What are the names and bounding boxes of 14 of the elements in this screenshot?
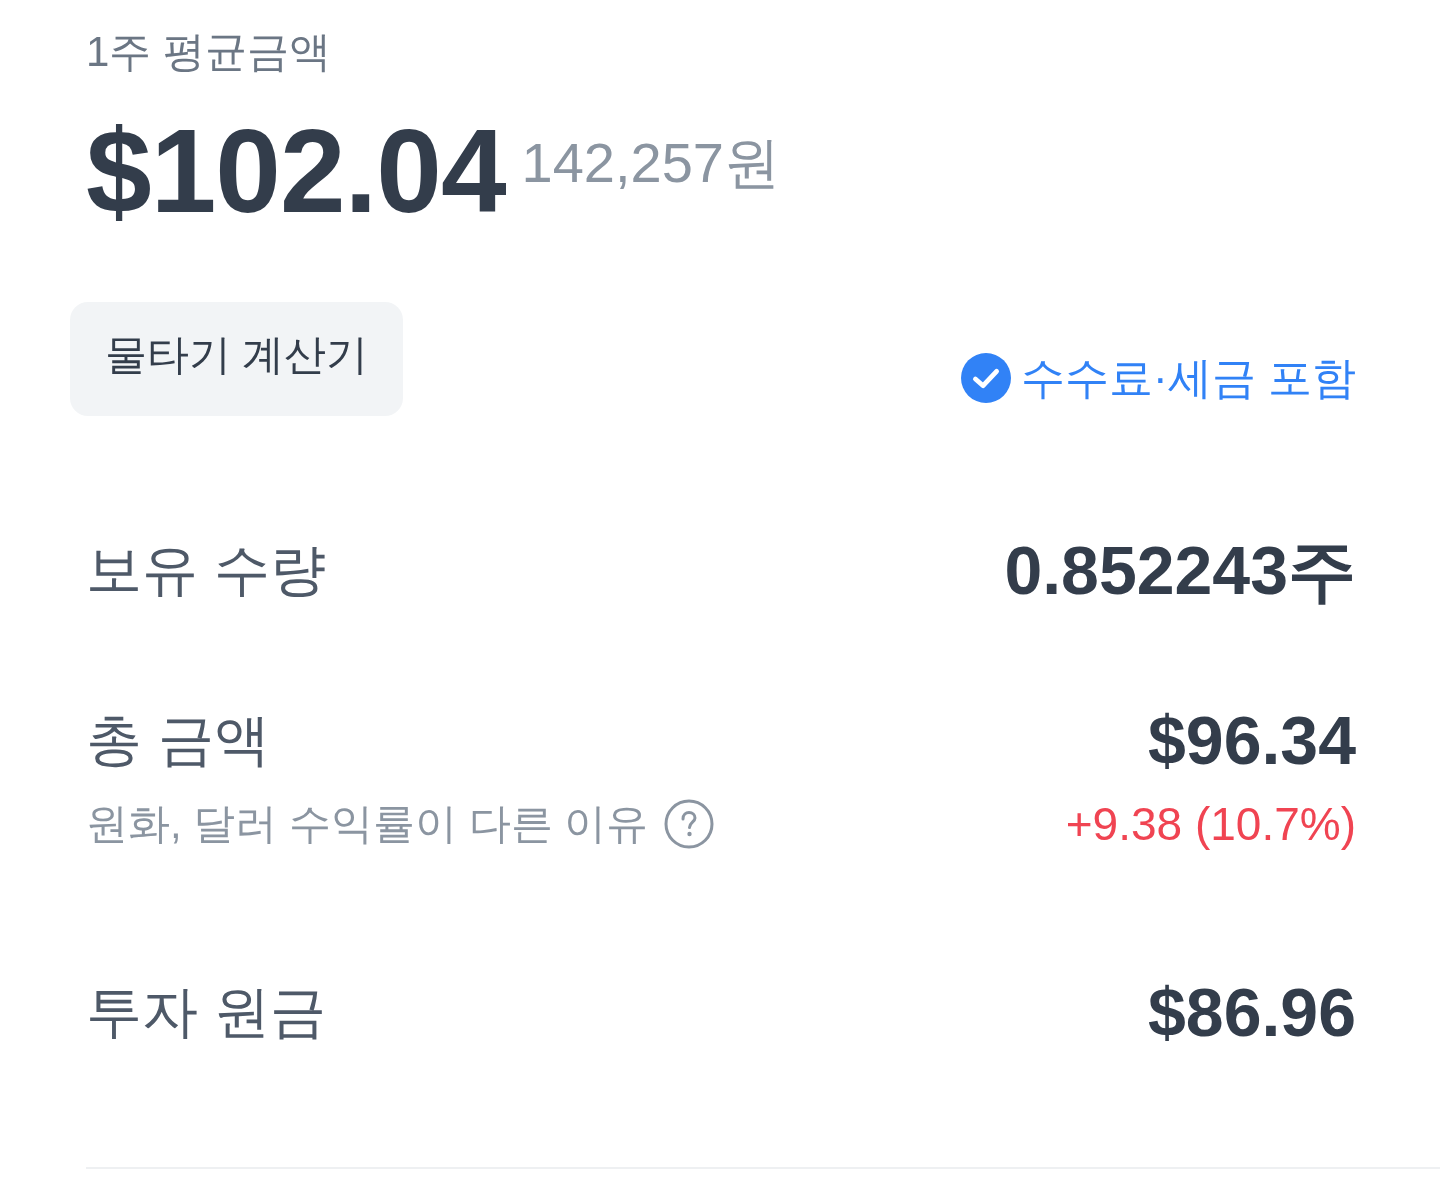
average-price-usd: $102.04 bbox=[86, 112, 506, 230]
calculator-button[interactable]: 물타기 계산기 bbox=[70, 302, 403, 416]
check-circle-icon[interactable] bbox=[961, 353, 1012, 403]
fee-tax-included-label: 수수료·세금 포함 bbox=[1021, 352, 1356, 404]
row-value: $86.96 bbox=[1148, 976, 1356, 1048]
row-value: 0.852243주 bbox=[1004, 534, 1356, 606]
help-icon[interactable] bbox=[664, 799, 715, 849]
row-value: $96.34 bbox=[1148, 704, 1356, 776]
row-label: 보유 수량 bbox=[86, 537, 326, 603]
average-price-krw: 142,257원 bbox=[521, 131, 780, 195]
row-label: 총 금액 bbox=[86, 707, 270, 773]
average-price-label: 1주 평균금액 bbox=[86, 27, 332, 77]
profit-change: +9.38 (10.7%) bbox=[1065, 797, 1356, 852]
row-label: 투자 원금 bbox=[86, 979, 326, 1045]
